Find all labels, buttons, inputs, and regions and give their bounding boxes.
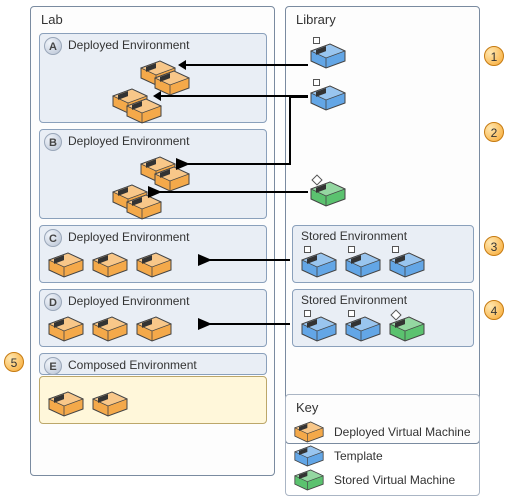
- stored-env-title-2: Stored Environment: [301, 293, 407, 307]
- deployed-vm-icon: [154, 166, 190, 192]
- template-icon: [310, 43, 346, 69]
- env-title-b: Deployed Environment: [68, 134, 189, 148]
- env-title-e: Composed Environment: [68, 358, 197, 372]
- env-badge-d: D: [44, 293, 62, 311]
- key-row-stored: Stored Virtual Machine: [294, 469, 455, 491]
- stored-env-title-1: Stored Environment: [301, 229, 407, 243]
- stored-vm-icon: [389, 316, 425, 342]
- deployed-vm-icon: [126, 194, 162, 220]
- marker-3: 3: [484, 236, 504, 256]
- deployed-vm-icon: [136, 252, 172, 278]
- arrow-icon: [185, 64, 308, 66]
- deployed-vm-icon: [92, 391, 128, 417]
- arrow-icon: [160, 95, 308, 97]
- deployed-vm-icon: [92, 252, 128, 278]
- env-badge-e: E: [44, 357, 62, 375]
- deployed-vm-icon: [48, 252, 84, 278]
- env-badge-a: A: [44, 37, 62, 55]
- template-icon: [301, 252, 337, 278]
- deployed-vm-icon: [126, 98, 162, 124]
- key-label: Stored Virtual Machine: [334, 473, 455, 487]
- stored-vm-icon: [310, 181, 346, 207]
- lab-panel: Lab A Deployed Environment B Deployed En…: [30, 6, 275, 476]
- template-icon: [301, 316, 337, 342]
- key-title: Key: [296, 400, 318, 415]
- marker-2: 2: [484, 122, 504, 142]
- template-icon: [345, 316, 381, 342]
- env-badge-c: C: [44, 229, 62, 247]
- key-label: Deployed Virtual Machine: [334, 425, 471, 439]
- marker-4: 4: [484, 300, 504, 320]
- template-icon: [345, 252, 381, 278]
- deployed-vm-icon: [48, 316, 84, 342]
- template-icon: [310, 85, 346, 111]
- library-panel: Library Stored Environment Stored Enviro…: [285, 6, 480, 444]
- deployed-vm-icon: [294, 421, 324, 443]
- key-row-template: Template: [294, 445, 383, 467]
- deployed-vm-icon: [92, 316, 128, 342]
- env-c: C Deployed Environment: [39, 225, 267, 283]
- env-e-header: E Composed Environment: [39, 353, 267, 375]
- key-row-deployed: Deployed Virtual Machine: [294, 421, 471, 443]
- env-title-a: Deployed Environment: [68, 38, 189, 52]
- env-title-c: Deployed Environment: [68, 230, 189, 244]
- stored-env-2: Stored Environment: [292, 289, 474, 347]
- marker-5: 5: [4, 352, 24, 372]
- env-badge-b: B: [44, 133, 62, 151]
- env-b: B Deployed Environment: [39, 129, 267, 219]
- lab-title: Lab: [41, 12, 63, 27]
- env-e-body: [39, 376, 267, 424]
- key-panel: Key Deployed Virtual Machine Template St…: [285, 394, 480, 496]
- template-icon: [389, 252, 425, 278]
- stored-vm-icon: [294, 469, 324, 491]
- library-title: Library: [296, 12, 336, 27]
- stored-env-1: Stored Environment: [292, 225, 474, 283]
- env-d: D Deployed Environment: [39, 289, 267, 347]
- env-a: A Deployed Environment: [39, 33, 267, 123]
- template-icon: [294, 445, 324, 467]
- deployed-vm-icon: [136, 316, 172, 342]
- key-label: Template: [334, 449, 383, 463]
- marker-1: 1: [484, 46, 504, 66]
- deployed-vm-icon: [48, 391, 84, 417]
- env-title-d: Deployed Environment: [68, 294, 189, 308]
